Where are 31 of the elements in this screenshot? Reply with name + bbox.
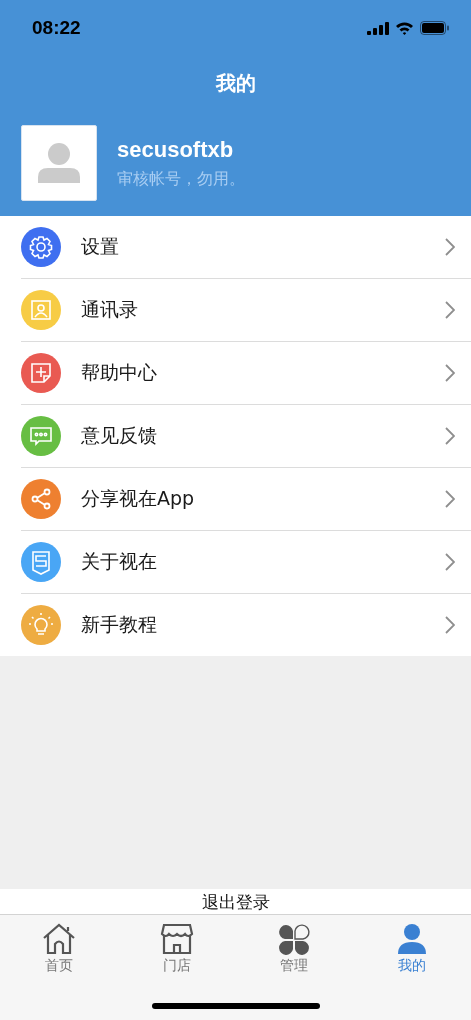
menu-item[interactable]: 通讯录 — [21, 279, 471, 342]
tab[interactable]: 我的 — [353, 923, 471, 975]
tab[interactable]: 门店 — [117, 923, 236, 975]
menu-item[interactable]: 意见反馈 — [21, 405, 471, 468]
user-name: secusoftxb — [117, 136, 235, 163]
tab[interactable]: 管理 — [235, 923, 354, 975]
wifi-icon — [395, 21, 414, 35]
chevron-icon — [445, 364, 455, 382]
chevron-icon — [445, 301, 455, 319]
chevron-icon — [445, 427, 455, 445]
avatar[interactable] — [21, 125, 97, 201]
tab[interactable]: 首页 — [0, 923, 118, 975]
logout-button[interactable]: 退出登录 — [0, 889, 471, 915]
battery-icon — [420, 21, 449, 35]
house-icon — [41, 923, 76, 955]
person-icon — [36, 143, 82, 183]
menu-item[interactable]: 分享视在App — [21, 468, 471, 531]
user-note: 审核帐号，勿用。 — [117, 168, 245, 190]
page-title: 我的 — [215, 70, 256, 97]
chevron-icon — [445, 238, 455, 256]
petals-icon — [277, 923, 312, 955]
chevron-icon — [445, 553, 455, 571]
menu-item[interactable]: 设置 — [21, 216, 471, 279]
shop-icon — [159, 923, 194, 955]
menu-item[interactable]: 新手教程 — [21, 594, 471, 656]
menu-item[interactable]: 关于视在 — [21, 531, 471, 594]
chevron-icon — [445, 616, 455, 634]
signal-icon — [367, 21, 389, 35]
status-time: 08:22 — [32, 17, 81, 39]
menu-item[interactable]: 帮助中心 — [21, 342, 471, 405]
chevron-icon — [445, 490, 455, 508]
